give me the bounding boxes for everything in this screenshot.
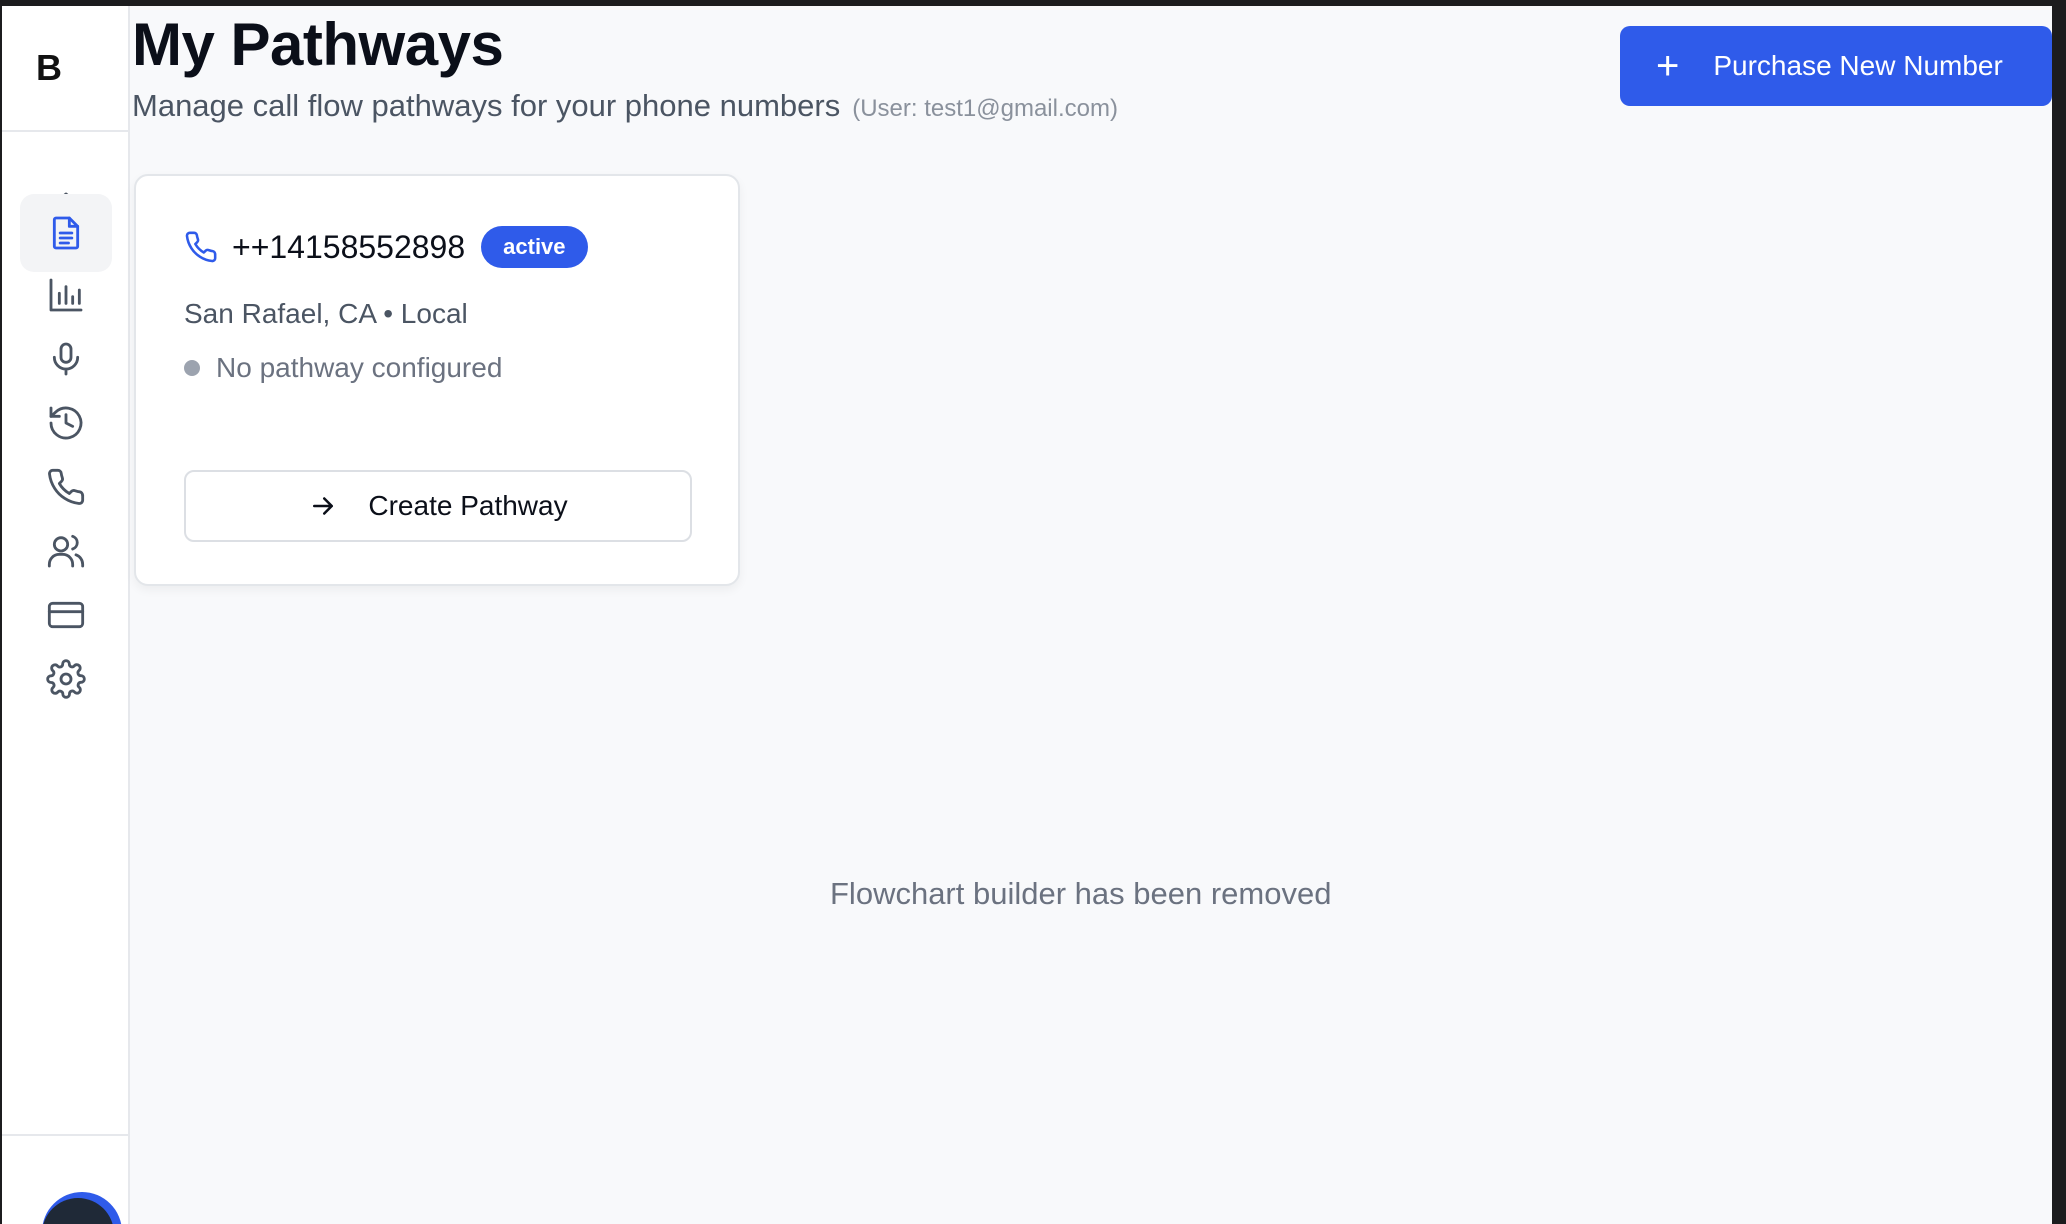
create-pathway-button[interactable]: Create Pathway xyxy=(184,470,692,542)
phone-icon xyxy=(48,468,85,505)
purchase-new-number-button[interactable]: + Purchase New Number xyxy=(1620,26,2052,106)
purchase-button-label: Purchase New Number xyxy=(1713,50,2003,81)
avatar[interactable] xyxy=(42,1192,122,1224)
history-icon xyxy=(49,406,83,440)
status-badge: active xyxy=(481,226,588,268)
pathway-status-text: No pathway configured xyxy=(216,352,503,383)
phone-icon xyxy=(185,231,217,263)
pathway-status: No pathway configured xyxy=(184,352,502,384)
logo: B xyxy=(2,6,128,132)
users-icon xyxy=(47,534,85,568)
sidebar-divider xyxy=(2,1134,128,1136)
nav-settings[interactable] xyxy=(20,640,112,718)
create-pathway-label: Create Pathway xyxy=(368,490,568,521)
plus-icon: + xyxy=(1656,44,1680,88)
status-dot xyxy=(184,360,200,376)
document-icon xyxy=(52,216,80,250)
credit-card-icon xyxy=(47,601,85,629)
subtitle-text: Manage call flow pathways for your phone… xyxy=(132,88,841,123)
app-window: B My Pathways Manage call flow pathways … xyxy=(2,6,2052,1224)
avatar-image xyxy=(42,1198,114,1224)
page-title: My Pathways xyxy=(132,11,504,78)
sidebar: B xyxy=(2,6,130,1224)
phone-number: ++14158552898 xyxy=(232,228,466,265)
page-subtitle: Manage call flow pathways for your phone… xyxy=(132,88,1118,124)
location-text: San Rafael, CA • Local xyxy=(184,298,468,329)
phone-row: ++14158552898 active xyxy=(184,226,588,268)
gear-icon xyxy=(46,659,86,699)
microphone-icon xyxy=(52,342,80,376)
bar-chart-icon xyxy=(49,278,83,312)
flowchart-removed-message: Flowchart builder has been removed xyxy=(830,876,1332,911)
arrow-right-icon xyxy=(313,497,334,515)
phone-number-card: ++14158552898 active San Rafael, CA • Lo… xyxy=(134,174,740,586)
user-note: (User: test1@gmail.com) xyxy=(852,95,1118,122)
